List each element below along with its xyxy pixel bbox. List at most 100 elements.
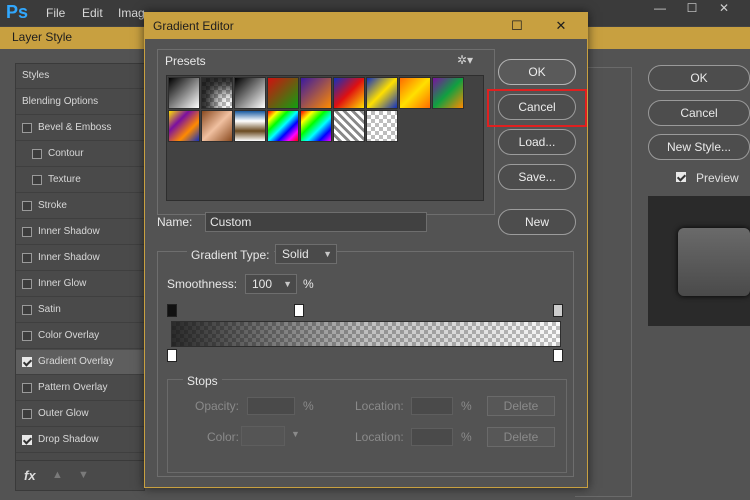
style-item[interactable]: Contour [16,142,146,167]
layer-style-list: Styles Blending Options Bevel & Emboss Cont… [15,63,146,491]
preset-swatch-violet-green-orange[interactable] [432,77,464,109]
preset-swatch-neutral-density[interactable] [366,110,398,142]
preset-swatches [166,75,484,201]
menu-file[interactable]: File [46,6,65,20]
cancel-highlight-box [487,89,587,127]
style-checkbox[interactable] [22,201,32,211]
preset-swatch-orange-yellow-orange[interactable] [399,77,431,109]
opacity-stop-mid[interactable] [294,304,304,317]
maximize-icon[interactable]: ☐ [676,0,708,18]
preview-checkbox[interactable] [676,172,686,182]
style-item[interactable]: Inner Shadow [16,220,146,245]
delete-opacity-stop-button[interactable]: Delete [487,396,555,416]
menu-edit[interactable]: Edit [82,6,103,20]
style-item-label: Satin [38,304,61,315]
style-checkbox[interactable] [22,435,32,445]
preset-swatch-copper[interactable] [201,110,233,142]
fx-icon[interactable]: fx [24,468,36,483]
preset-swatch-red-green[interactable] [267,77,299,109]
presets-label: Presets [165,54,206,68]
style-item[interactable]: Blending Options [16,90,146,115]
move-down-icon[interactable]: ▼ [78,469,89,481]
move-up-icon[interactable]: ▲ [52,469,63,481]
style-item[interactable]: Inner Shadow [16,246,146,271]
smoothness-input[interactable]: 100 ▼ [245,274,297,294]
color-location-label: Location: [355,430,404,444]
opacity-stop-right[interactable] [553,304,563,317]
style-item-label: Inner Glow [38,278,87,289]
preset-swatch-blue-yellow-blue[interactable] [366,77,398,109]
style-preview [648,196,750,326]
name-label: Name: [157,215,193,229]
style-item-label: Color Overlay [38,330,100,341]
save-button[interactable]: Save... [498,164,576,190]
gear-icon[interactable]: ✲▾ [457,53,473,67]
preset-swatch-foreground-to-transparent[interactable] [201,77,233,109]
color-stop-left[interactable] [167,349,177,362]
smoothness-label: Smoothness: [167,277,238,291]
style-item[interactable]: Bevel & Emboss [16,116,146,141]
stops-label: Stops [183,374,222,388]
style-item[interactable]: Gradient Overlay [16,350,146,375]
gradient-fill [172,322,560,346]
style-item[interactable]: Color Overlay [16,324,146,349]
preset-swatch-transparent-stripes[interactable] [333,110,365,142]
preset-swatch-black-white[interactable] [234,77,266,109]
style-item[interactable]: Styles [16,64,146,89]
opacity-field[interactable] [247,397,295,415]
style-checkbox[interactable] [22,305,32,315]
load-button[interactable]: Load... [498,129,576,155]
layer-style-cancel-button[interactable]: Cancel [648,100,750,126]
preset-swatch-blue-red-yellow[interactable] [333,77,365,109]
style-checkbox[interactable] [22,357,32,367]
style-item[interactable]: Texture [16,168,146,193]
style-checkbox[interactable] [22,383,32,393]
gradient-editor-dialog: Gradient Editor ☐ ✕ Presets ✲▾ OK Cancel… [144,12,588,488]
close-icon[interactable]: ✕ [547,13,575,39]
style-item-label: Blending Options [22,96,99,107]
delete-color-stop-button[interactable]: Delete [487,427,555,447]
name-field[interactable]: Custom [205,212,427,232]
style-checkbox[interactable] [22,409,32,419]
style-list-footer: fx ▲ ▼ [16,460,146,490]
color-location-field[interactable] [411,428,453,446]
style-item[interactable]: Outer Glow [16,402,146,427]
style-checkbox[interactable] [22,279,32,289]
style-checkbox[interactable] [32,149,42,159]
layer-style-ok-button[interactable]: OK [648,65,750,91]
color-stop-right[interactable] [553,349,563,362]
close-icon[interactable]: ✕ [708,0,740,18]
preset-swatch-violet-orange[interactable] [300,77,332,109]
color-label: Color: [207,430,240,444]
stops-group [167,379,567,473]
style-item[interactable]: Inner Glow [16,272,146,297]
opacity-stop-left[interactable] [167,304,177,317]
gradient-preview-bar[interactable] [171,321,561,347]
preset-swatch-yellow-violet-orange-blue[interactable] [168,110,200,142]
style-item-label: Drop Shadow [38,434,99,445]
new-style-button[interactable]: New Style... [648,134,750,160]
style-checkbox[interactable] [22,123,32,133]
minimize-icon[interactable]: — [644,0,676,18]
style-item[interactable]: Pattern Overlay [16,376,146,401]
preset-swatch-foreground-to-background[interactable] [168,77,200,109]
preset-swatch-transparent-rainbow[interactable] [300,110,332,142]
menu-image[interactable]: Imag [118,6,145,20]
chevron-down-icon: ▼ [283,279,292,289]
style-checkbox[interactable] [22,227,32,237]
style-checkbox[interactable] [22,253,32,263]
gradient-type-select[interactable]: Solid ▼ [275,244,337,264]
color-swatch[interactable] [241,426,285,446]
style-checkbox[interactable] [32,175,42,185]
maximize-icon[interactable]: ☐ [503,13,531,39]
opacity-location-field[interactable] [411,397,453,415]
style-item[interactable]: Satin [16,298,146,323]
preset-swatch-spectrum[interactable] [267,110,299,142]
style-item[interactable]: Drop Shadow [16,428,146,453]
ok-button[interactable]: OK [498,59,576,85]
new-button[interactable]: New [498,209,576,235]
preset-swatch-chrome[interactable] [234,110,266,142]
gradient-type-label: Gradient Type: [187,248,274,262]
style-item[interactable]: Stroke [16,194,146,219]
style-checkbox[interactable] [22,331,32,341]
